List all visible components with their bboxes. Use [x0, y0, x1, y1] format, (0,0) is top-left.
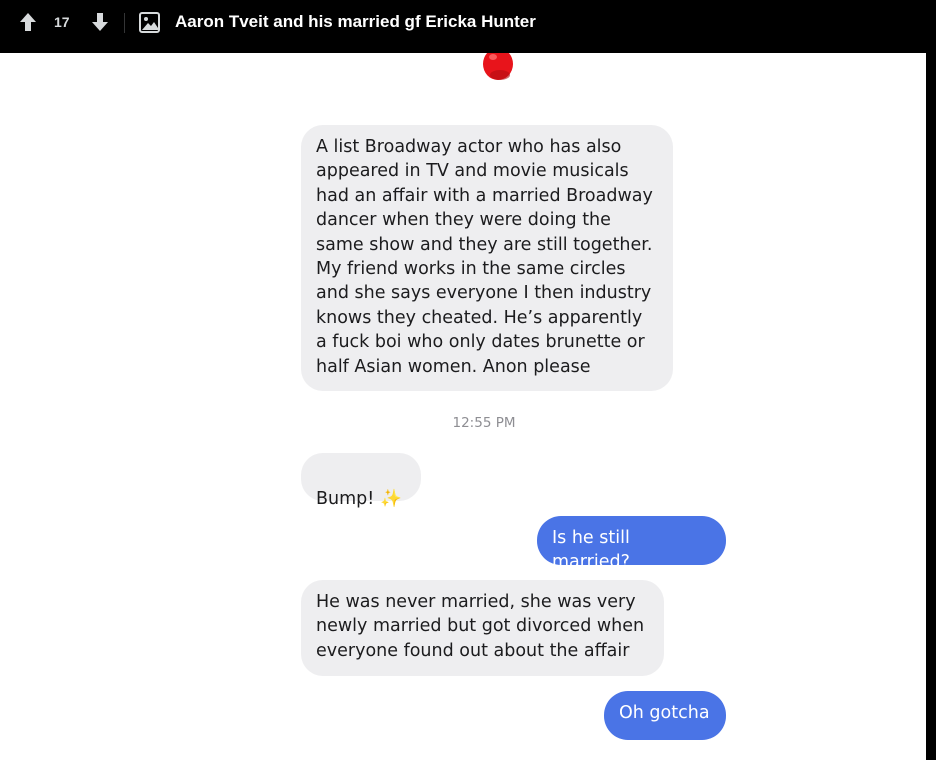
message-sent: Oh gotcha — [604, 691, 726, 740]
image-icon — [139, 12, 160, 33]
header-divider — [124, 13, 125, 33]
message-received: A list Broadway actor who has also appea… — [301, 125, 673, 391]
post-image: A list Broadway actor who has also appea… — [0, 53, 926, 760]
vote-score: 17 — [54, 14, 70, 30]
post-title[interactable]: Aaron Tveit and his married gf Ericka Hu… — [175, 12, 536, 32]
message-received: He was never married, she was very newly… — [301, 580, 664, 676]
message-sent: Is he still married? — [537, 516, 726, 572]
arrow-up-icon[interactable] — [19, 12, 37, 32]
message-text: Bump! — [316, 489, 375, 510]
arrow-down-icon[interactable] — [91, 12, 109, 32]
message-timestamp: 12:55 PM — [452, 415, 516, 431]
post-header-bar: 17 Aaron Tveit and his married gf Ericka… — [0, 0, 936, 46]
balloon-emoji — [483, 53, 513, 80]
message-received: Bump! ✨ — [301, 453, 421, 509]
sparkles-emoji: ✨ — [380, 489, 403, 510]
